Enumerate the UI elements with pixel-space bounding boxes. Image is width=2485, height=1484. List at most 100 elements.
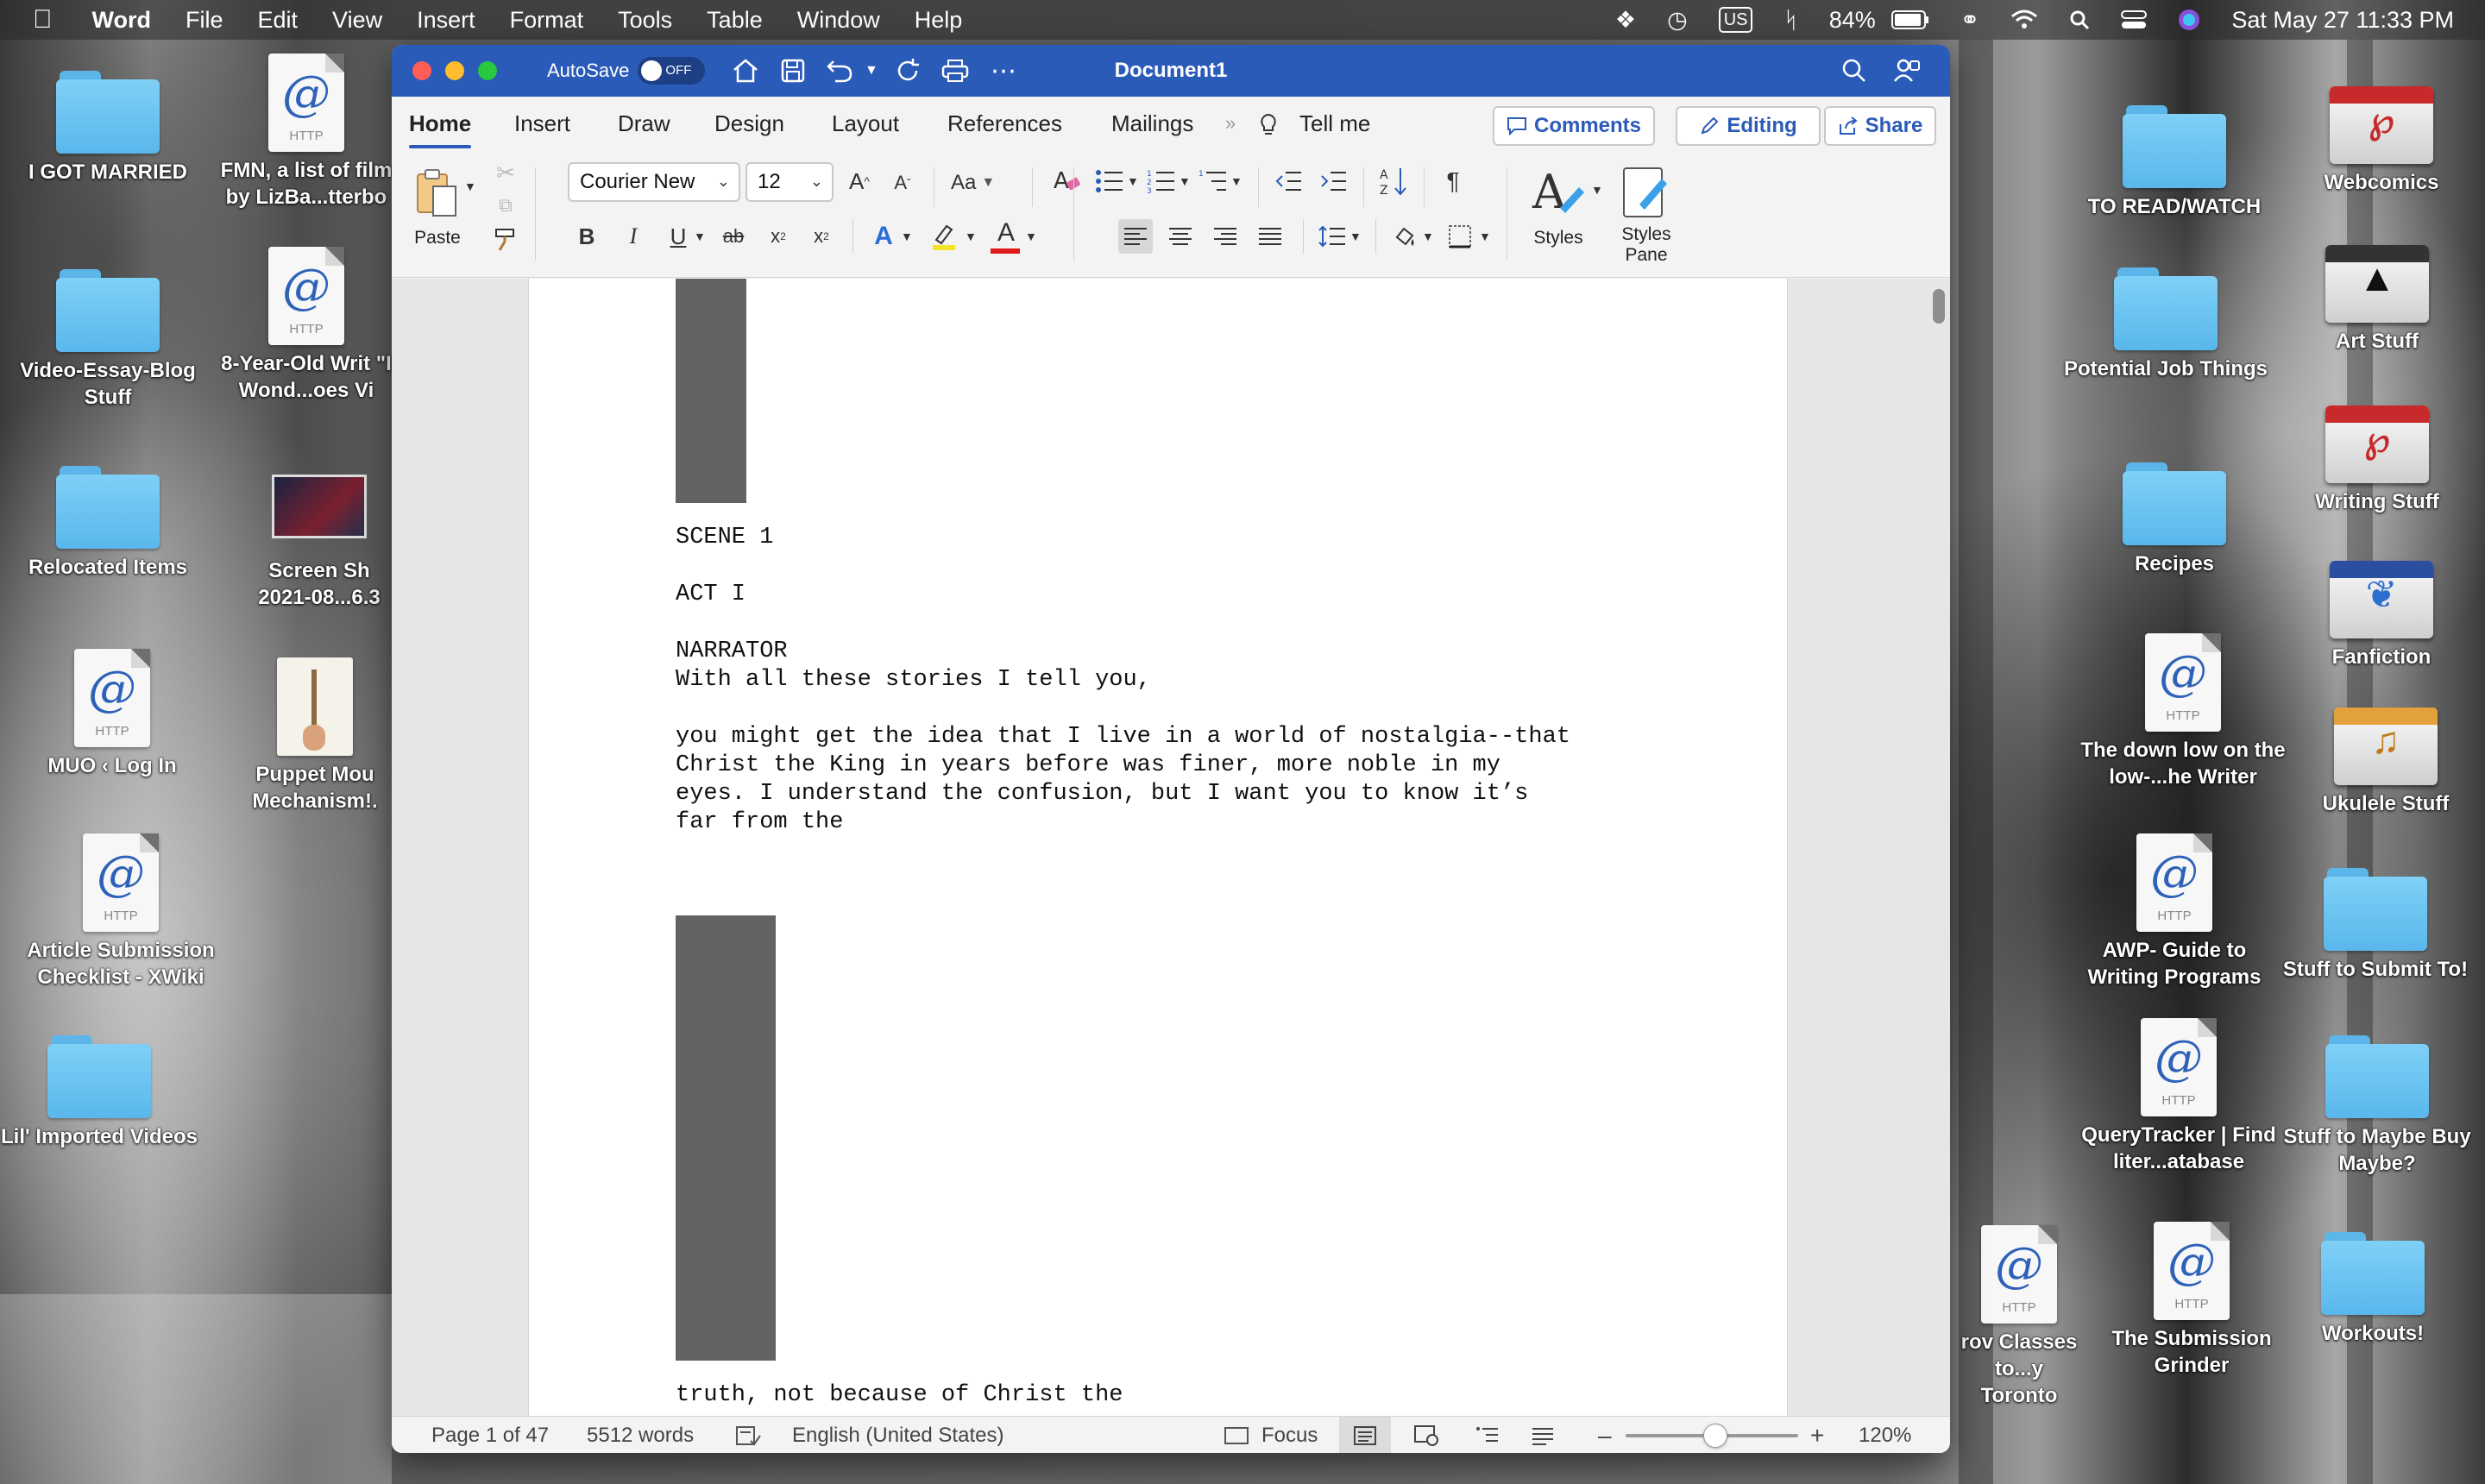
- desktop-webloc-8-year-old[interactable]: @ HTTP 8-Year-Old Writ "I Wond...oes Vi: [211, 247, 401, 404]
- align-left-button[interactable]: [1118, 219, 1153, 254]
- desktop-app-ukulele-stuff[interactable]: ♫ Ukulele Stuff: [2278, 707, 2485, 817]
- paste-options-chevron-icon[interactable]: ▼: [464, 179, 476, 193]
- justify-button[interactable]: [1253, 219, 1287, 254]
- menu-insert[interactable]: Insert: [399, 7, 493, 34]
- desktop-folder-workouts[interactable]: Workouts!: [2265, 1232, 2481, 1347]
- clear-formatting-icon[interactable]: A: [1049, 164, 1084, 198]
- cut-icon[interactable]: ✂: [490, 157, 521, 188]
- desktop-webloc-fmn[interactable]: @ HTTP FMN, a list of film by LizBa...tte…: [211, 53, 401, 211]
- desktop-file-puppet-mouth[interactable]: Puppet Mou Mechanism!.: [233, 657, 397, 814]
- underline-button[interactable]: U: [663, 217, 694, 255]
- numbering-icon[interactable]: 123: [1144, 164, 1179, 198]
- menu-window[interactable]: Window: [780, 7, 897, 34]
- print-icon[interactable]: [941, 45, 970, 97]
- increase-indent-icon[interactable]: [1317, 164, 1351, 198]
- shading-chevron-icon[interactable]: ▼: [1422, 230, 1434, 243]
- highlight-color-icon[interactable]: [927, 217, 961, 255]
- change-case-button[interactable]: Aa ▼: [951, 166, 995, 200]
- menu-help[interactable]: Help: [897, 7, 980, 34]
- autosave-toggle[interactable]: OFF: [638, 57, 706, 85]
- web-layout-view-icon[interactable]: [1413, 1417, 1439, 1453]
- outline-view-icon[interactable]: [1475, 1417, 1500, 1453]
- desktop-folder-potential-job[interactable]: Potential Job Things: [2058, 267, 2274, 382]
- font-size-select[interactable]: 12 ⌄: [746, 162, 834, 202]
- tab-mailings[interactable]: Mailings: [1111, 97, 1193, 150]
- desktop-webloc-improv-classes[interactable]: @ HTTP rov Classes to...y Toronto: [1959, 1225, 2079, 1409]
- menu-app-word[interactable]: Word: [75, 7, 169, 34]
- desktop-app-writing-stuff[interactable]: ℘ Writing Stuff: [2269, 406, 2485, 515]
- menu-edit[interactable]: Edit: [241, 7, 316, 34]
- proofing-icon[interactable]: [735, 1417, 761, 1453]
- desktop-folder-i-got-married[interactable]: I GOT MARRIED: [0, 71, 216, 186]
- home-icon[interactable]: [732, 45, 759, 97]
- undo-icon[interactable]: [825, 45, 854, 97]
- input-source-menu[interactable]: US: [1703, 7, 1769, 33]
- bluetooth-icon[interactable]: ᛋ: [1768, 7, 1813, 34]
- font-name-select[interactable]: Courier New ⌄: [568, 162, 740, 202]
- menu-format[interactable]: Format: [493, 7, 601, 34]
- multilevel-list-icon[interactable]: 1: [1196, 164, 1230, 198]
- desktop-screenshot-file[interactable]: Screen Sh 2021-08...6.3: [246, 475, 393, 611]
- styles-pane-button[interactable]: [1615, 162, 1676, 223]
- vertical-scrollbar-thumb[interactable]: [1933, 289, 1945, 324]
- strikethrough-button[interactable]: ab: [716, 217, 751, 255]
- zoom-slider-thumb[interactable]: [1703, 1424, 1727, 1448]
- dropbox-icon[interactable]: ❖: [1600, 7, 1651, 34]
- italic-button[interactable]: I: [618, 217, 649, 255]
- subscript-button[interactable]: x2: [761, 217, 796, 255]
- control-center-icon[interactable]: [2105, 9, 2162, 30]
- align-right-button[interactable]: [1208, 219, 1242, 254]
- increase-font-size-icon[interactable]: A ^: [842, 164, 877, 198]
- highlight-color-chevron-icon[interactable]: ▼: [965, 230, 977, 243]
- desktop-folder-relocated-items[interactable]: Relocated Items: [0, 466, 216, 581]
- desktop-app-webcomics[interactable]: ℘ Webcomics: [2274, 86, 2485, 196]
- draft-view-icon[interactable]: [1531, 1417, 1555, 1453]
- font-color-chevron-icon[interactable]: ▼: [1025, 230, 1037, 243]
- styles-gallery-icon[interactable]: A: [1527, 162, 1589, 223]
- line-spacing-icon[interactable]: [1315, 219, 1349, 254]
- borders-icon[interactable]: [1443, 219, 1477, 254]
- zoom-level[interactable]: 120%: [1859, 1417, 1911, 1453]
- siri-icon[interactable]: [2162, 9, 2216, 31]
- more-tabs-icon[interactable]: »: [1225, 97, 1236, 150]
- apple-menu-icon[interactable]: : [0, 5, 75, 35]
- tab-insert[interactable]: Insert: [514, 97, 570, 150]
- redo-icon[interactable]: [894, 45, 922, 97]
- desktop-webloc-querytracker[interactable]: @ HTTP QueryTracker | Find liter...atabas…: [2071, 1018, 2287, 1175]
- numbering-chevron-icon[interactable]: ▼: [1179, 174, 1191, 188]
- superscript-button[interactable]: x2: [804, 217, 839, 255]
- show-formatting-marks-icon[interactable]: ¶: [1436, 164, 1470, 198]
- desktop-webloc-down-low[interactable]: @ HTTP The down low on the low-...he Writ…: [2075, 633, 2291, 790]
- menu-view[interactable]: View: [315, 7, 399, 34]
- menu-table[interactable]: Table: [689, 7, 780, 34]
- tab-design[interactable]: Design: [714, 97, 784, 150]
- time-machine-icon[interactable]: ◷: [1651, 7, 1703, 34]
- menu-tools[interactable]: Tools: [601, 7, 689, 34]
- tab-draw[interactable]: Draw: [618, 97, 670, 150]
- paste-button[interactable]: [411, 166, 462, 221]
- zoom-out-icon[interactable]: –: [1598, 1417, 1612, 1453]
- bullets-icon[interactable]: [1092, 164, 1127, 198]
- bold-button[interactable]: B: [571, 217, 602, 255]
- battery-percent[interactable]: 84%: [1814, 7, 1891, 34]
- align-center-button[interactable]: [1163, 219, 1198, 254]
- tab-references[interactable]: References: [947, 97, 1062, 150]
- document-page[interactable]: SCENE 1 ACT I NARRATOR With all these st…: [528, 279, 1788, 1416]
- word-count[interactable]: 5512 words: [587, 1417, 694, 1453]
- undo-dropdown-chevron-icon[interactable]: ▼: [865, 45, 878, 97]
- search-icon[interactable]: [1841, 45, 1867, 97]
- battery-icon[interactable]: [1890, 10, 1945, 29]
- copy-icon[interactable]: ⧉: [490, 190, 521, 221]
- document-canvas[interactable]: SCENE 1 ACT I NARRATOR With all these st…: [392, 279, 1950, 1416]
- desktop-app-fanfiction[interactable]: ❦ Fanfiction: [2274, 561, 2485, 670]
- decrease-indent-icon[interactable]: [1272, 164, 1306, 198]
- menu-file[interactable]: File: [168, 7, 241, 34]
- desktop-folder-recipes[interactable]: Recipes: [2067, 462, 2282, 577]
- text-effects-chevron-icon[interactable]: ▼: [901, 230, 913, 243]
- underline-options-chevron-icon[interactable]: ▼: [694, 230, 706, 243]
- desktop-webloc-muo-log-in[interactable]: @ HTTP MUO ‹ Log In: [4, 649, 220, 779]
- clock[interactable]: Sat May 27 11:33 PM: [2216, 7, 2485, 34]
- page-count[interactable]: Page 1 of 47: [431, 1417, 549, 1453]
- desktop-webloc-awp-guide[interactable]: @ HTTP AWP- Guide to Writing Programs: [2067, 833, 2282, 990]
- editing-mode-button[interactable]: Editing: [1676, 106, 1821, 146]
